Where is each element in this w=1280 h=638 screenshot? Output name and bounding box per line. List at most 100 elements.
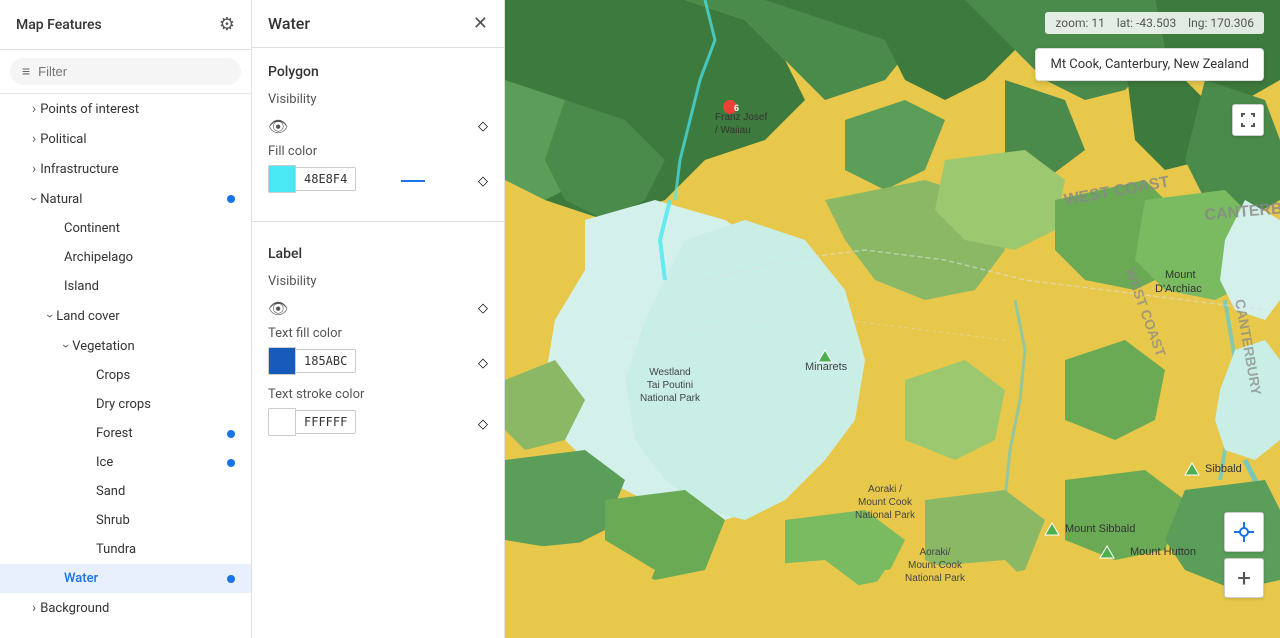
sidebar-item-label: Vegetation bbox=[72, 339, 134, 354]
eye-icon[interactable]: 👁 bbox=[268, 117, 288, 136]
sidebar-item-sand[interactable]: Sand bbox=[0, 477, 251, 506]
filter-input[interactable] bbox=[38, 64, 229, 79]
sidebar-item-ice[interactable]: Ice bbox=[0, 448, 251, 477]
sidebar-item-archipelago[interactable]: Archipelago bbox=[0, 243, 251, 272]
svg-text:Mount Cook: Mount Cook bbox=[908, 560, 963, 571]
diamond-icon[interactable]: ◇ bbox=[478, 119, 488, 134]
svg-text:6: 6 bbox=[734, 103, 739, 113]
text-stroke-color-hex[interactable]: FFFFFF bbox=[296, 410, 356, 434]
zoom-label: zoom: bbox=[1055, 16, 1088, 30]
text-fill-color-hex[interactable]: 185ABC bbox=[296, 349, 356, 373]
svg-text:Mount Hutton: Mount Hutton bbox=[1130, 546, 1196, 558]
divider-1 bbox=[252, 221, 504, 222]
svg-text:/ Waiiau: / Waiiau bbox=[715, 125, 751, 136]
text-fill-diamond[interactable]: ◇ bbox=[478, 356, 488, 371]
map-area: WEST COAST WEST COAST CANTERBURY CANTERB… bbox=[505, 0, 1280, 638]
map-svg: WEST COAST WEST COAST CANTERBURY CANTERB… bbox=[505, 0, 1280, 638]
text-fill-color-row: 185ABC bbox=[268, 347, 356, 375]
sidebar-filter-wrapper: ≡ bbox=[0, 50, 251, 94]
label-section-title: Label bbox=[268, 246, 488, 262]
text-stroke-color-row: FFFFFF bbox=[268, 408, 356, 436]
chevron-icon: › bbox=[32, 600, 36, 616]
sidebar-item-political[interactable]: ›Political bbox=[0, 124, 251, 154]
label-visibility-row: 👁 ◇ bbox=[268, 295, 488, 326]
sidebar-item-land-cover[interactable]: ›Land cover bbox=[0, 301, 251, 331]
feature-panel: Water ✕ Polygon Visibility 👁 ◇ Fill colo… bbox=[252, 0, 505, 638]
sidebar-item-background[interactable]: › Background bbox=[0, 593, 251, 623]
fill-line-indicator bbox=[401, 176, 425, 186]
fill-color-row: 48E8F4 bbox=[268, 165, 356, 193]
sidebar-item-island[interactable]: Island bbox=[0, 272, 251, 301]
sidebar-item-label: Forest bbox=[96, 426, 133, 441]
fullscreen-icon bbox=[1240, 112, 1256, 128]
sidebar-item-crops[interactable]: Crops bbox=[0, 361, 251, 390]
fill-color-hex[interactable]: 48E8F4 bbox=[296, 167, 356, 191]
sidebar-item-natural[interactable]: ›Natural bbox=[0, 184, 251, 214]
svg-text:Mount Cook: Mount Cook bbox=[858, 497, 913, 508]
svg-text:D'Archiac: D'Archiac bbox=[1155, 283, 1202, 295]
sidebar-item-points-of-interest[interactable]: ›Points of interest bbox=[0, 94, 251, 124]
sidebar-item-label: Natural bbox=[40, 192, 82, 207]
text-fill-color-swatch[interactable] bbox=[268, 347, 296, 375]
svg-text:Franz Josef: Franz Josef bbox=[715, 112, 767, 123]
label-visibility-label: Visibility bbox=[268, 274, 488, 289]
sidebar-item-shrub[interactable]: Shrub bbox=[0, 506, 251, 535]
sidebar-item-forest[interactable]: Forest bbox=[0, 419, 251, 448]
map-header-bar: zoom: 11 lat: -43.503 lng: 170.306 bbox=[505, 0, 1280, 46]
svg-text:Tai Poutini: Tai Poutini bbox=[647, 380, 693, 391]
modified-indicator bbox=[227, 575, 235, 583]
panel-title: Water bbox=[268, 14, 310, 33]
sidebar-item-water[interactable]: Water bbox=[0, 564, 251, 593]
sidebar-item-label: Land cover bbox=[56, 309, 119, 324]
chevron-icon: › bbox=[32, 161, 36, 177]
zoom-in-button[interactable]: + bbox=[1224, 558, 1264, 598]
text-fill-color-label: Text fill color bbox=[268, 326, 488, 341]
sidebar-item-label: Island bbox=[64, 279, 99, 294]
text-stroke-color-swatch[interactable] bbox=[268, 408, 296, 436]
svg-text:Minarets: Minarets bbox=[805, 361, 848, 373]
polygon-section-title: Polygon bbox=[268, 64, 488, 80]
sidebar-header: Map Features ⚙ bbox=[0, 0, 251, 50]
sidebar-item-label: Background bbox=[40, 601, 109, 616]
map-coordinates: zoom: 11 lat: -43.503 lng: 170.306 bbox=[1045, 12, 1264, 34]
visibility-label: Visibility bbox=[268, 92, 488, 107]
chevron-icon: › bbox=[32, 131, 36, 147]
sidebar-item-label: Shrub bbox=[96, 513, 130, 528]
close-button[interactable]: ✕ bbox=[473, 15, 488, 33]
svg-text:National Park: National Park bbox=[905, 573, 966, 584]
sidebar-item-infrastructure[interactable]: ›Infrastructure bbox=[0, 154, 251, 184]
fill-color-label: Fill color bbox=[268, 144, 488, 159]
location-tooltip-text: Mt Cook, Canterbury, New Zealand bbox=[1050, 57, 1249, 72]
chevron-icon: › bbox=[42, 314, 58, 318]
lat-label: lat: bbox=[1117, 16, 1133, 30]
chevron-icon: › bbox=[32, 101, 36, 117]
sidebar-item-label: Ice bbox=[96, 455, 113, 470]
sidebar-item-label: Tundra bbox=[96, 542, 136, 557]
sidebar-item-vegetation[interactable]: ›Vegetation bbox=[0, 331, 251, 361]
text-stroke-diamond[interactable]: ◇ bbox=[478, 417, 488, 432]
sidebar-item-continent[interactable]: Continent bbox=[0, 214, 251, 243]
svg-text:Mount: Mount bbox=[1165, 269, 1196, 281]
text-stroke-color-label: Text stroke color bbox=[268, 387, 488, 402]
zoom-value: 11 bbox=[1091, 16, 1105, 30]
fullscreen-button[interactable] bbox=[1232, 104, 1264, 136]
sidebar-item-dry-crops[interactable]: Dry crops bbox=[0, 390, 251, 419]
zoom-plus-icon: + bbox=[1237, 566, 1251, 590]
sidebar-item-tundra[interactable]: Tundra bbox=[0, 535, 251, 564]
sidebar-item-label: Dry crops bbox=[96, 397, 151, 412]
locate-button[interactable] bbox=[1224, 512, 1264, 552]
polygon-visibility-row: 👁 ◇ bbox=[268, 113, 488, 144]
sidebar: Map Features ⚙ ≡ ›Points of interest›Pol… bbox=[0, 0, 252, 638]
label-visibility-diamond[interactable]: ◇ bbox=[478, 301, 488, 316]
label-eye-icon[interactable]: 👁 bbox=[268, 299, 288, 318]
svg-text:Aoraki/: Aoraki/ bbox=[919, 547, 950, 558]
sidebar-item-label: Crops bbox=[96, 368, 130, 383]
sidebar-nav-list: ›Points of interest›Political›Infrastruc… bbox=[0, 94, 251, 638]
fill-color-diamond[interactable]: ◇ bbox=[478, 174, 488, 189]
fill-color-swatch[interactable] bbox=[268, 165, 296, 193]
svg-text:Aoraki /: Aoraki / bbox=[868, 484, 902, 495]
gear-icon[interactable]: ⚙ bbox=[219, 14, 235, 35]
lng-value: 170.306 bbox=[1210, 16, 1254, 30]
sidebar-item-label: Continent bbox=[64, 221, 120, 236]
filter-icon: ≡ bbox=[22, 63, 30, 80]
